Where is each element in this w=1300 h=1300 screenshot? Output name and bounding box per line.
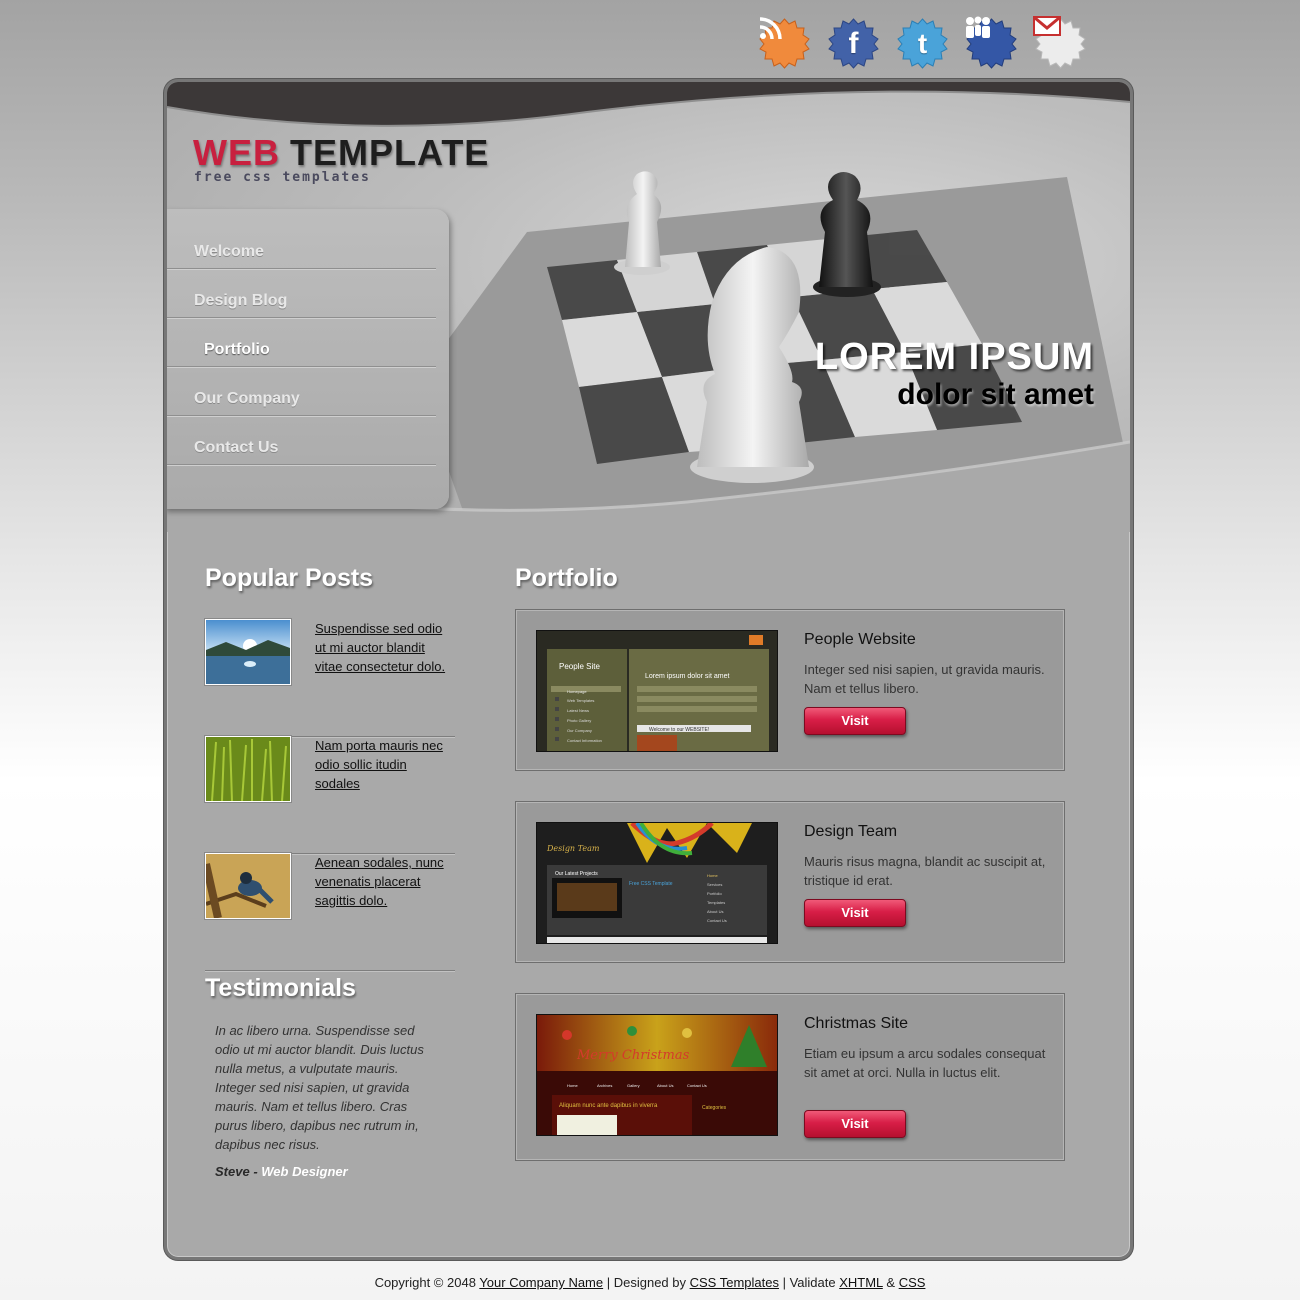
nav-item-design-blog[interactable]: Design Blog bbox=[167, 269, 436, 318]
list-item: Suspendisse sed odio ut mi auctor blandi… bbox=[205, 619, 455, 737]
shot-menu-item: About Us bbox=[707, 909, 723, 914]
nav-item-label: Design Blog bbox=[194, 292, 288, 309]
portfolio-screenshot-design-team[interactable]: Design Team Our Latest Projects Free CSS… bbox=[536, 822, 778, 944]
shot-projects: Our Latest Projects bbox=[555, 871, 598, 877]
portfolio-item: Design Team Our Latest Projects Free CSS… bbox=[515, 801, 1065, 963]
shot-title: People Site bbox=[559, 662, 600, 671]
testimonial-signature: Steve - Web Designer bbox=[215, 1164, 348, 1179]
shot-menu-item: Contact Information bbox=[567, 738, 602, 743]
shot-menu-item: Gallery bbox=[627, 1083, 640, 1088]
nav-item-label: Welcome bbox=[194, 243, 264, 260]
site-logo[interactable]: WEB TEMPLATE bbox=[193, 132, 489, 174]
testimonial-role: Web Designer bbox=[261, 1164, 348, 1179]
logo-template: TEMPLATE bbox=[290, 132, 490, 173]
twitter-icon[interactable]: t bbox=[895, 16, 950, 71]
nav-item-label: Contact Us bbox=[194, 439, 279, 456]
shot-menu-item: Contact Us bbox=[687, 1083, 707, 1088]
list-item: Aenean sodales, nunc venenatis placerat … bbox=[205, 853, 455, 971]
portfolio-title: People Website bbox=[804, 631, 916, 648]
footer-xhtml-link[interactable]: XHTML bbox=[839, 1275, 883, 1290]
shot-welcome: Welcome to our WEBSITE! bbox=[649, 727, 709, 733]
footer-css-templates-link[interactable]: CSS Templates bbox=[690, 1275, 779, 1290]
list-item: Nam porta mauris nec odio sollic itudin … bbox=[205, 736, 455, 854]
footer-amp: & bbox=[882, 1275, 899, 1290]
main-frame: WEB TEMPLATE free css templates LOREM IPS… bbox=[164, 79, 1133, 1260]
shot-menu-item: Our Company bbox=[567, 728, 592, 733]
footer: Copyright © 2048 Your Company Name | Des… bbox=[0, 1275, 1300, 1290]
shot-title: Merry Christmas bbox=[576, 1048, 690, 1063]
main-nav: Welcome Design Blog Portfolio Our Compan… bbox=[167, 209, 449, 509]
portfolio-description: Etiam eu ipsum a arcu sodales consequat … bbox=[804, 1046, 1046, 1080]
footer-designed-by: | Designed by bbox=[603, 1275, 690, 1290]
portfolio-screenshot-people[interactable]: People Site Lorem ipsum dolor sit amet W… bbox=[536, 630, 778, 752]
visit-button[interactable]: Visit bbox=[804, 1110, 906, 1138]
nav-item-portfolio[interactable]: Portfolio bbox=[167, 318, 436, 367]
shot-menu-item: Portfolio bbox=[707, 891, 722, 896]
popular-posts-heading: Popular Posts bbox=[205, 564, 374, 592]
shot-menu-item: Contact Us bbox=[707, 918, 727, 923]
portfolio-description: Integer sed nisi sapien, ut gravida maur… bbox=[804, 662, 1045, 696]
footer-company-link[interactable]: Your Company Name bbox=[479, 1275, 603, 1290]
portfolio-description: Mauris risus magna, blandit ac suscipit … bbox=[804, 854, 1046, 888]
footer-copyright: Copyright © 2048 bbox=[374, 1275, 480, 1290]
portfolio-title: Design Team bbox=[804, 823, 898, 840]
shot-post: Aliquam nunc ante dapibus in viverra bbox=[559, 1103, 658, 1109]
hero-subtitle: dolor sit amet bbox=[897, 378, 1094, 411]
shot-subtitle: Lorem ipsum dolor sit amet bbox=[645, 673, 729, 680]
portfolio-title: Christmas Site bbox=[804, 1015, 909, 1032]
footer-css-link[interactable]: CSS bbox=[899, 1275, 926, 1290]
shot-menu-item: About Us bbox=[657, 1083, 673, 1088]
portfolio-item: People Site Lorem ipsum dolor sit amet W… bbox=[515, 609, 1065, 771]
testimonial-separator: - bbox=[249, 1164, 262, 1179]
shot-free: Free CSS Template bbox=[629, 881, 673, 887]
gmail-icon[interactable] bbox=[1033, 16, 1088, 71]
myspace-icon[interactable] bbox=[964, 16, 1019, 71]
portfolio-screenshot-christmas[interactable]: Merry Christmas Aliquam nunc ante dapibu… bbox=[536, 1014, 778, 1136]
nav-item-our-company[interactable]: Our Company bbox=[167, 367, 436, 416]
shot-menu-item: Templates bbox=[707, 900, 725, 905]
facebook-icon[interactable]: f bbox=[826, 16, 881, 71]
shot-categories: Categories bbox=[702, 1105, 727, 1111]
post-thumbnail-grass[interactable] bbox=[205, 736, 291, 802]
nav-item-label: Our Company bbox=[194, 390, 300, 407]
visit-button[interactable]: Visit bbox=[804, 899, 906, 927]
post-link[interactable]: Nam porta mauris nec odio sollic itudin … bbox=[315, 736, 455, 793]
shot-menu-item: Home bbox=[567, 1083, 578, 1088]
testimonials-heading: Testimonials bbox=[205, 974, 356, 1002]
logo-web: WEB bbox=[193, 132, 280, 173]
nav-item-contact-us[interactable]: Contact Us bbox=[167, 416, 436, 465]
testimonial-quote: In ac libero urna. Suspendisse sed odio … bbox=[215, 1023, 424, 1152]
shot-menu-item: Archives bbox=[597, 1083, 612, 1088]
post-link[interactable]: Suspendisse sed odio ut mi auctor blandi… bbox=[315, 619, 455, 676]
header-banner: WEB TEMPLATE free css templates LOREM IPS… bbox=[167, 82, 1130, 532]
post-thumbnail-bird[interactable] bbox=[205, 853, 291, 919]
social-icons: f t bbox=[757, 16, 1088, 71]
shot-title: Design Team bbox=[546, 844, 600, 853]
hero-headline: LOREM IPSUM dolor sit amet bbox=[815, 337, 1094, 413]
post-thumbnail-lake[interactable] bbox=[205, 619, 291, 685]
nav-item-welcome[interactable]: Welcome bbox=[167, 220, 436, 269]
rss-icon[interactable] bbox=[757, 16, 812, 71]
shot-menu-item: Photo Gallery bbox=[567, 718, 591, 723]
testimonial-author: Steve bbox=[215, 1164, 250, 1179]
site-tagline: free css templates bbox=[194, 170, 371, 185]
shot-menu-item: Homepage bbox=[567, 689, 587, 694]
footer-validate: | Validate bbox=[778, 1275, 840, 1290]
shot-menu-item: Services bbox=[707, 882, 722, 887]
hero-title: LOREM IPSUM bbox=[814, 336, 1094, 378]
visit-button[interactable]: Visit bbox=[804, 707, 906, 735]
post-link[interactable]: Aenean sodales, nunc venenatis placerat … bbox=[315, 853, 455, 910]
portfolio-item: Merry Christmas Aliquam nunc ante dapibu… bbox=[515, 993, 1065, 1161]
shot-menu-item: Latest News bbox=[567, 708, 589, 713]
nav-item-label: Portfolio bbox=[204, 341, 270, 358]
portfolio-heading: Portfolio bbox=[515, 564, 618, 592]
shot-menu-item: Web Templates bbox=[567, 698, 594, 703]
shot-menu-item: Home bbox=[707, 873, 718, 878]
